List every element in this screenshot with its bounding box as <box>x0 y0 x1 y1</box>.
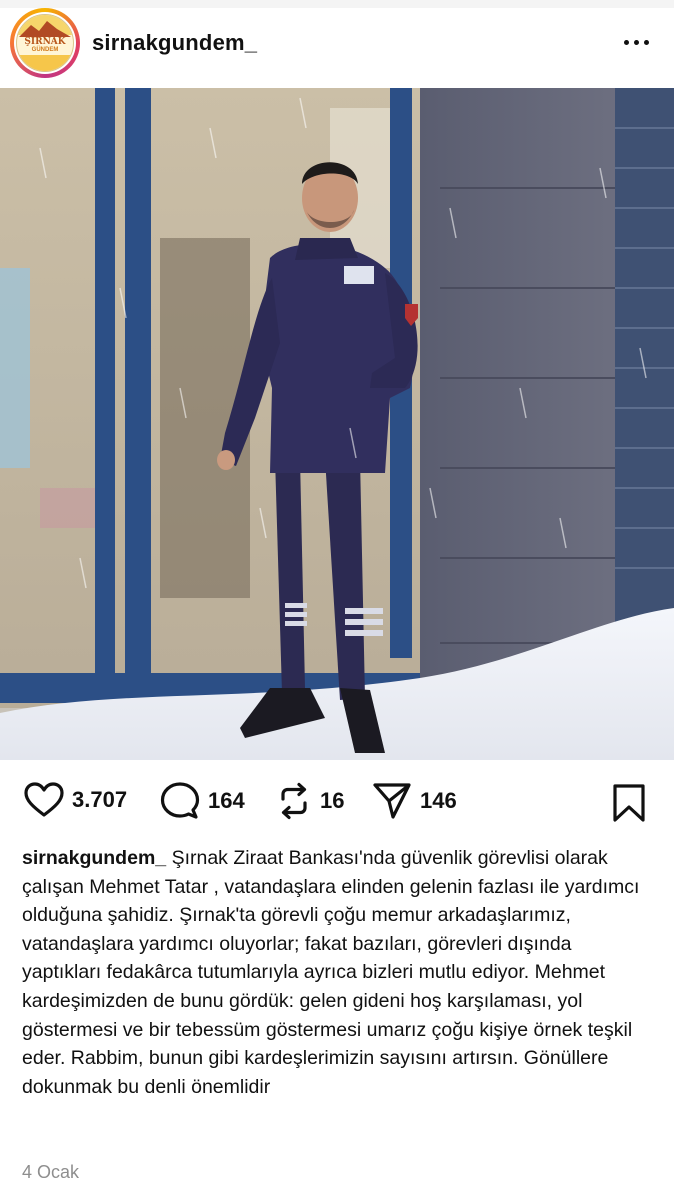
post-actions: 3.707 164 16 146 <box>0 768 674 838</box>
repost-count[interactable]: 16 <box>320 788 344 814</box>
more-options-icon[interactable] <box>616 30 656 54</box>
more-dot <box>633 39 639 45</box>
caption-text: Şırnak Ziraat Bankası'nda güvenlik görev… <box>22 847 640 1098</box>
post-photo[interactable] <box>0 88 674 760</box>
avatar-logo-subtext: GÜNDEM <box>31 47 59 53</box>
post-date: 4 Ocak <box>22 1162 80 1182</box>
post-caption: sirnakgundem_ Şırnak Ziraat Bankası'nda … <box>22 844 656 1101</box>
more-dot <box>623 39 629 45</box>
repost-icon[interactable] <box>276 782 312 820</box>
post-header: ŞIRNAK GÜNDEM sirnakgundem_ <box>0 8 674 86</box>
post-username[interactable]: sirnakgundem_ <box>92 30 257 56</box>
save-action[interactable] <box>612 784 646 827</box>
caption-username[interactable]: sirnakgundem_ <box>22 847 166 869</box>
send-icon[interactable] <box>372 782 412 820</box>
share-count[interactable]: 146 <box>420 788 457 814</box>
share-action[interactable]: 146 <box>372 782 457 820</box>
comment-count[interactable]: 164 <box>208 788 245 814</box>
like-action[interactable]: 3.707 <box>24 782 127 818</box>
heart-icon[interactable] <box>24 782 64 818</box>
bookmark-icon[interactable] <box>612 784 646 822</box>
avatar-logo: ŞIRNAK GÜNDEM <box>16 14 74 72</box>
like-count[interactable]: 3.707 <box>72 787 127 813</box>
avatar-logo-text: ŞIRNAK <box>24 37 66 47</box>
status-strip <box>0 0 674 8</box>
comment-action[interactable]: 164 <box>160 782 245 820</box>
avatar[interactable]: ŞIRNAK GÜNDEM <box>10 8 80 78</box>
avatar-ring: ŞIRNAK GÜNDEM <box>14 12 76 74</box>
photo-illustration <box>0 88 674 760</box>
comment-icon[interactable] <box>160 782 200 820</box>
repost-action[interactable]: 16 <box>276 782 344 820</box>
more-dot <box>643 39 649 45</box>
